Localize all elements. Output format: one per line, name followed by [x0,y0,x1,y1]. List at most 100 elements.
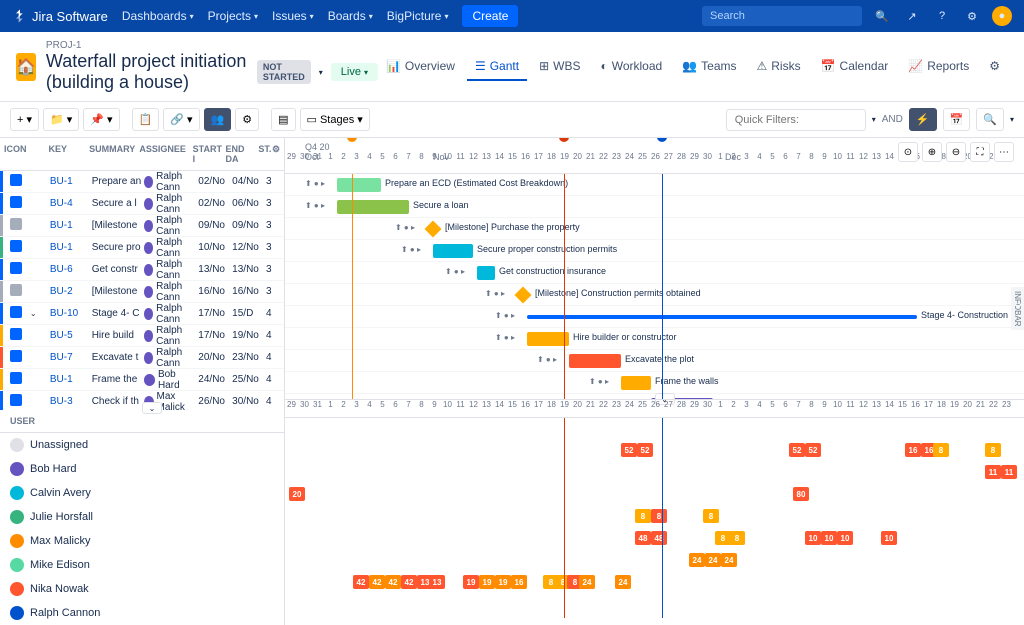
workload-cell[interactable]: 11 [1001,465,1017,479]
task-row[interactable]: BU-7 Excavate t Ralph Cann 20/No 23/No 4 [0,347,284,369]
user-row[interactable]: Ralph Cannon [0,601,284,625]
stages-button[interactable]: ▭ Stages ▾ [300,108,370,131]
help-icon[interactable]: ? [932,6,952,26]
task-row[interactable]: BU-1 Frame the Bob Hard 24/No 25/No 4 [0,369,284,391]
folder-button[interactable]: 📁 ▾ [43,108,79,131]
workload-cell[interactable]: 16 [905,443,921,457]
settings-icon[interactable]: ⚙ [962,6,982,26]
user-avatar[interactable]: ● [992,6,1012,26]
user-row[interactable]: Bob Hard [0,457,284,481]
notifications-icon[interactable]: ↗ [902,6,922,26]
user-row[interactable]: Unassigned [0,433,284,457]
workload-cell[interactable]: 10 [805,531,821,545]
workload-cell[interactable]: 52 [621,443,637,457]
view-reports[interactable]: 📈 Reports [900,53,977,81]
workload-cell[interactable]: 10 [881,531,897,545]
workload-cell[interactable]: 42 [369,575,385,589]
gear-button[interactable]: ⚙ [235,108,259,131]
zoom-fit-button[interactable]: ⊙ [898,142,918,162]
zoom-out-button[interactable]: ⊖ [946,142,966,162]
global-search-input[interactable] [702,6,862,26]
nav-bigpicture[interactable]: BigPicture ▾ [387,9,449,23]
gantt-bar[interactable] [527,315,917,319]
workload-cell[interactable]: 19 [463,575,479,589]
workload-cell[interactable]: 8 [985,443,1001,457]
live-badge[interactable]: Live ▾ [331,63,378,81]
view-settings-icon[interactable]: ⚙ [981,53,1008,81]
search-icon[interactable]: 🔍 [872,6,892,26]
workload-cell[interactable]: 24 [721,553,737,567]
workload-cell[interactable]: 8 [703,509,719,523]
people-button[interactable]: 👥 [204,108,232,131]
workload-cell[interactable]: 42 [353,575,369,589]
nav-projects[interactable]: Projects ▾ [208,9,258,23]
workload-cell[interactable]: 11 [985,465,1001,479]
calendar-small-button[interactable]: 📅 [943,108,971,131]
task-row[interactable]: BU-5 Hire build Ralph Cann 17/No 19/No 4 [0,325,284,347]
user-row[interactable]: Nika Nowak [0,577,284,601]
workload-cell[interactable]: 8 [729,531,745,545]
workload-cell[interactable]: 20 [289,487,305,501]
home-icon[interactable]: 🏠 [16,53,36,81]
expand-button[interactable]: ⛶ [970,142,990,162]
user-row[interactable]: Calvin Avery [0,481,284,505]
grid-collapse-handle[interactable]: ⌄ [142,402,162,414]
link-button[interactable]: 🔗 ▾ [163,108,199,131]
gantt-bar[interactable] [337,178,381,192]
clipboard-button[interactable]: 📋 [132,108,160,131]
view-wbs[interactable]: ⊞ WBS [531,53,588,81]
workload-cell[interactable]: 8 [651,509,667,523]
workload-cell[interactable]: 10 [821,531,837,545]
task-row[interactable]: BU-6 Get constr Ralph Cann 13/No 13/No 3 [0,259,284,281]
workload-cell[interactable]: 8 [635,509,651,523]
zoom-in-button[interactable]: ⊕ [922,142,942,162]
user-row[interactable]: Max Malicky [0,529,284,553]
gantt-bar[interactable] [477,266,495,280]
workload-cell[interactable]: 52 [805,443,821,457]
view-overview[interactable]: 📊 Overview [378,53,463,81]
user-row[interactable]: Julie Horsfall [0,505,284,529]
workload-cell[interactable]: 24 [615,575,631,589]
view-calendar[interactable]: 📅 Calendar [813,53,897,81]
view-workload[interactable]: ◐ Workload [592,53,670,81]
more-dropdown-icon[interactable]: ▾ [1010,115,1014,124]
workload-cell[interactable]: 19 [479,575,495,589]
user-row[interactable]: Mike Edison [0,553,284,577]
workload-cell[interactable]: 80 [793,487,809,501]
milestone-diamond[interactable] [515,287,532,304]
workload-cell[interactable]: 10 [837,531,853,545]
view-teams[interactable]: 👥 Teams [674,53,744,81]
lightning-button[interactable]: ⚡ [909,108,937,131]
product-logo[interactable]: Jira Software [12,8,108,24]
pin-button[interactable]: 📌 ▾ [83,108,119,131]
nav-boards[interactable]: Boards ▾ [328,9,373,23]
filter-dropdown-icon[interactable]: ▾ [872,115,876,124]
task-row[interactable]: BU-2 [Milestone Ralph Cann 16/No 16/No 3 [0,281,284,303]
gantt-bar[interactable] [337,200,409,214]
quick-filters-input[interactable] [726,109,866,131]
workload-cell[interactable]: 19 [495,575,511,589]
more-button[interactable]: ⋯ [994,142,1014,162]
gantt-bar[interactable] [527,332,569,346]
view-risks[interactable]: ⚠ Risks [748,53,808,81]
gantt-bar[interactable] [569,354,621,368]
task-row[interactable]: BU-4 Secure a l Ralph Cann 02/No 06/No 3 [0,193,284,215]
task-row[interactable]: BU-1 Secure pro Ralph Cann 10/No 12/No 3 [0,237,284,259]
workload-cell[interactable]: 48 [635,531,651,545]
search-small-button[interactable]: 🔍 [976,108,1004,131]
task-row[interactable]: ⌄ BU-10 Stage 4- C Ralph Cann 17/No 15/D… [0,303,284,325]
workload-cell[interactable]: 52 [637,443,653,457]
workload-cell[interactable]: 48 [651,531,667,545]
milestone-diamond[interactable] [425,221,442,238]
task-row[interactable]: BU-1 [Milestone Ralph Cann 09/No 09/No 3 [0,215,284,237]
workload-cell[interactable]: 42 [385,575,401,589]
workload-cell[interactable]: 42 [401,575,417,589]
nav-dashboards[interactable]: Dashboards ▾ [122,9,194,23]
view-gantt[interactable]: ☰ Gantt [467,53,527,81]
layers-button[interactable]: ▤ [271,108,295,131]
workload-cell[interactable]: 24 [579,575,595,589]
task-row[interactable]: BU-1 Prepare an Ralph Cann 02/No 04/No 3 [0,171,284,193]
workload-cell[interactable]: 13 [429,575,445,589]
add-button[interactable]: + ▾ [10,108,39,131]
workload-cell[interactable]: 24 [705,553,721,567]
